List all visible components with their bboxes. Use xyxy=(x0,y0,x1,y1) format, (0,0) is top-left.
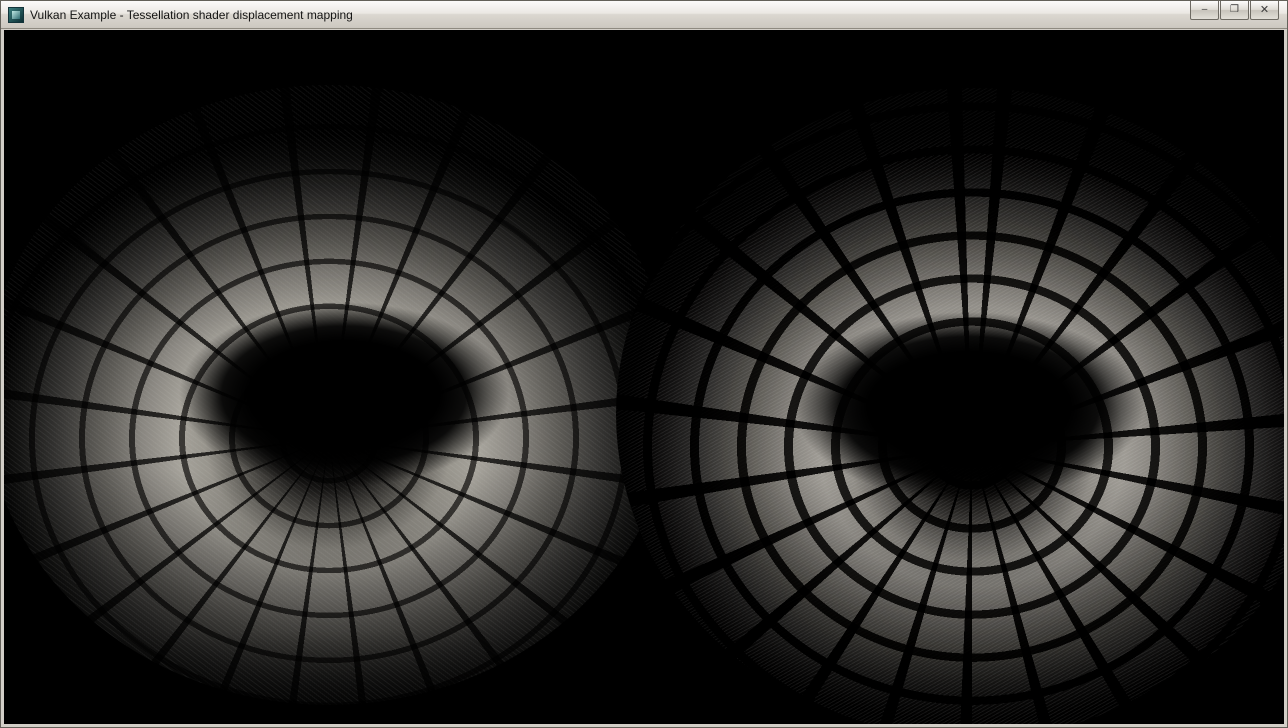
titlebar[interactable]: Vulkan Example - Tessellation shader dis… xyxy=(1,1,1287,29)
window-controls: – ❐ ✕ xyxy=(1189,1,1279,20)
app-icon xyxy=(8,7,24,23)
minimize-button[interactable]: – xyxy=(1190,1,1219,20)
render-viewport[interactable] xyxy=(4,30,1284,724)
torus-right-hole xyxy=(794,312,1144,502)
maximize-button[interactable]: ❐ xyxy=(1220,1,1249,20)
window-title: Vulkan Example - Tessellation shader dis… xyxy=(30,8,353,22)
app-window: Vulkan Example - Tessellation shader dis… xyxy=(0,0,1288,728)
torus-left-hole xyxy=(179,302,509,487)
close-button[interactable]: ✕ xyxy=(1250,1,1279,20)
